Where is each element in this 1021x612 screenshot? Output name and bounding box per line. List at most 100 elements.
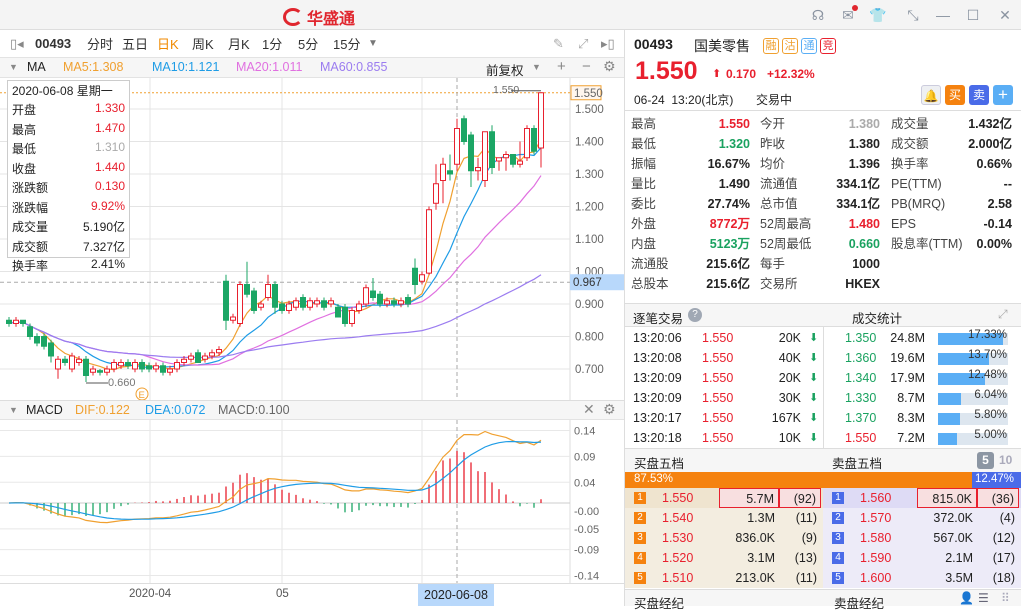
candle <box>111 359 117 373</box>
candle-body <box>363 287 369 305</box>
candle-body <box>433 183 439 204</box>
tab-5min[interactable]: 5分 <box>298 34 318 53</box>
tab-15min[interactable]: 15分 <box>333 34 360 53</box>
ohlc-info-box: 2020-06-08 星期一 开盘 1.330 最高 1.470 最低 1.310 收盘 1.… <box>7 80 130 273</box>
candle <box>83 356 89 382</box>
down-arrow-icon: ⬇ <box>809 352 819 364</box>
grid-view-icon[interactable]: ⠿ <box>1001 591 1010 605</box>
expand-icon[interactable]: ⤢ <box>998 307 1008 322</box>
shirt-icon[interactable]: 👕 <box>869 6 887 24</box>
adjust-select[interactable]: 前复权 <box>486 60 524 79</box>
tab-weekly-k[interactable]: 周K <box>192 34 214 53</box>
level-price[interactable]: 1.550 <box>662 488 693 508</box>
candle <box>300 294 306 311</box>
minimize-icon[interactable]: — <box>934 6 952 24</box>
down-arrow-icon: ⬇ <box>809 372 819 384</box>
chart-toolbar: ▯◂ 00493 分时 五日 日K 周K 月K 1分 5分 15分 ▼ ✎ ⤢ … <box>0 30 624 58</box>
depth-5-toggle[interactable]: 5 <box>977 452 994 469</box>
info-row: 收盘 1.440 <box>12 160 125 178</box>
zoom-out-icon[interactable]: − <box>582 58 591 75</box>
ma-dropdown-icon[interactable]: ▼ <box>9 62 18 72</box>
tick-volume: 20K <box>778 371 801 385</box>
period-dropdown-icon[interactable]: ▼ <box>368 38 378 49</box>
tab-intraday[interactable]: 分时 <box>87 34 113 53</box>
adjust-dropdown-icon[interactable]: ▼ <box>532 62 541 72</box>
candle-body <box>475 167 481 172</box>
fullscreen-icon[interactable]: ⤢ <box>578 36 588 52</box>
candle <box>251 287 257 314</box>
info-row: 成交量 5.190亿 <box>12 218 125 236</box>
level-volume: 372.0K <box>933 511 973 525</box>
stat-volume: 8.7M <box>897 391 925 405</box>
candle <box>503 151 509 171</box>
buy-button[interactable]: 买 <box>945 85 965 105</box>
info-label: 收盘 <box>12 161 37 176</box>
level-price[interactable]: 1.520 <box>662 548 693 568</box>
sell-button[interactable]: 卖 <box>969 85 989 105</box>
price-change: 0.170 <box>726 67 757 81</box>
level-badge: 5 <box>634 572 646 584</box>
indicator-settings-icon[interactable]: ⚙ <box>603 401 616 418</box>
price-tick-label: 0.800 <box>575 332 604 344</box>
candle <box>461 115 467 145</box>
info-row: 开盘 1.330 <box>12 101 125 119</box>
stat-label: 总股本 <box>631 277 669 291</box>
tab-five-day[interactable]: 五日 <box>122 34 148 53</box>
tick-time: 13:20:09 <box>633 391 682 405</box>
help-icon[interactable]: ? <box>688 308 702 322</box>
alert-bell-button[interactable]: 🔔 <box>921 85 941 105</box>
quote-badge[interactable]: 沽 <box>782 38 798 54</box>
maximize-icon[interactable]: ☐ <box>964 6 982 24</box>
candle-body <box>251 290 257 311</box>
level-price[interactable]: 1.600 <box>860 568 891 588</box>
stat-label: 每手 <box>760 257 786 271</box>
ask-ratio: 12.47% <box>975 473 1015 485</box>
tab-monthly-k[interactable]: 月K <box>228 34 250 53</box>
down-arrow-icon: ⬇ <box>809 432 819 444</box>
candle-body <box>83 358 89 376</box>
collapse-sidebar-icon[interactable]: ▯◂ <box>10 36 24 52</box>
candle <box>314 297 320 308</box>
quote-badge[interactable]: 竞 <box>820 38 836 54</box>
shrink-icon[interactable]: ⤡ <box>904 6 922 24</box>
stat-label: 流通值 <box>760 177 798 191</box>
stat-price: 1.360 <box>845 351 877 365</box>
candle <box>475 157 481 181</box>
level-price[interactable]: 1.580 <box>860 528 891 548</box>
mail-icon[interactable]: ✉ <box>839 5 858 24</box>
close-icon[interactable]: ✕ <box>996 6 1014 24</box>
macd-dropdown-icon[interactable]: ▼ <box>9 405 18 415</box>
level-price[interactable]: 1.560 <box>860 488 891 508</box>
quote-badge[interactable]: 通 <box>801 38 817 54</box>
stat-label: 最低 <box>631 137 657 151</box>
level-price[interactable]: 1.530 <box>662 528 693 548</box>
candle-body <box>370 290 376 298</box>
headset-icon[interactable]: ☊ <box>809 6 827 24</box>
add-watchlist-button[interactable]: + <box>993 85 1013 105</box>
quote-code: 00493 <box>634 36 673 52</box>
info-row: 涨跌幅 9.92% <box>12 199 125 217</box>
candle-body <box>489 131 495 168</box>
person-icon[interactable]: 👤 <box>959 591 974 605</box>
candle <box>230 313 236 324</box>
info-label: 涨跌幅 <box>12 200 49 215</box>
quote-badge[interactable]: 融 <box>763 38 779 54</box>
stat-value: 334.1亿 <box>836 197 880 211</box>
zoom-in-icon[interactable]: + <box>557 58 566 75</box>
level-price[interactable]: 1.510 <box>662 568 693 588</box>
candle-body <box>125 362 131 367</box>
tab-daily-k[interactable]: 日K <box>157 34 179 53</box>
pencil-icon[interactable]: ✎ <box>553 36 564 52</box>
level-price[interactable]: 1.590 <box>860 548 891 568</box>
exit-panel-icon[interactable]: ▸▯ <box>601 36 615 52</box>
list-view-icon[interactable]: ☰ <box>978 591 989 605</box>
tab-1min[interactable]: 1分 <box>262 34 282 53</box>
settings-icon[interactable]: ⚙ <box>603 58 616 75</box>
depth-10-toggle[interactable]: 10 <box>999 453 1012 467</box>
close-indicator-icon[interactable]: ✕ <box>583 401 595 418</box>
candle-body <box>216 349 222 354</box>
candle-body <box>426 209 432 274</box>
level-price[interactable]: 1.570 <box>860 508 891 528</box>
macd-chart[interactable]: 0.14 0.09 0.04 -0.00 -0.05 -0.09 -0.14 <box>0 420 624 583</box>
level-price[interactable]: 1.540 <box>662 508 693 528</box>
